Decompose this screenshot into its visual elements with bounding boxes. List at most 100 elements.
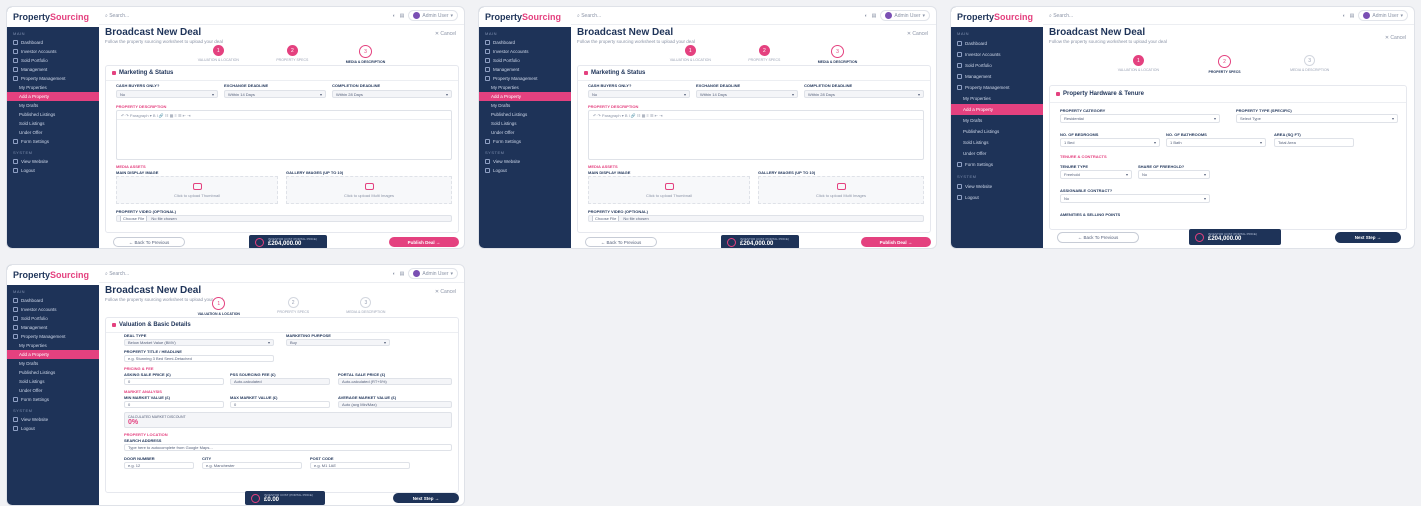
sidebar-item-investor-accounts[interactable]: Investor Accounts (7, 305, 99, 314)
sidebar-item-published-listings[interactable]: Published Listings (7, 110, 99, 119)
sidebar-item-sold-portfolio[interactable]: Sold Portfolio (7, 56, 99, 65)
editor-toolbar[interactable]: ↶ ↷ Paragraph ▾ B I 🔗 ☷ ▦ ≡ ☰ ⇤ ⇥ (589, 111, 923, 120)
step-3-dot[interactable]: 3 (358, 45, 372, 58)
user-menu[interactable]: Admin User ▾ (408, 10, 458, 21)
sidebar-item-property-management[interactable]: Property Management (7, 74, 99, 83)
sidebar-item-investor-accounts[interactable]: Investor Accounts (7, 47, 99, 56)
search-input[interactable]: ⌕ Search... (105, 13, 393, 19)
sidebar-item-logout[interactable]: Logout (951, 192, 1043, 203)
sidebar-item-form-settings[interactable]: Form Settings (479, 137, 571, 146)
back-button[interactable]: ← Back To Previous (585, 237, 657, 247)
sidebar-item-management[interactable]: Management (7, 323, 99, 332)
sidebar-item-under-offer[interactable]: Under Offer (479, 128, 571, 137)
sidebar-item-management[interactable]: Management (479, 65, 571, 74)
search-input[interactable]: ⌕ Search... (105, 271, 393, 277)
sidebar-item-management[interactable]: Management (7, 65, 99, 74)
theme-icon[interactable]: ◐ (865, 13, 868, 19)
sidebar-item-my-drafts[interactable]: My Drafts (7, 359, 99, 368)
step-3-dot[interactable]: 3 (360, 297, 372, 308)
deal-type-select[interactable]: Below Market Value (BMV) ▾ (124, 339, 274, 346)
sidebar-item-property-management[interactable]: Property Management (479, 74, 571, 83)
step-2-dot[interactable]: 2 (1218, 55, 1232, 68)
sidebar-item-logout[interactable]: Logout (7, 424, 99, 433)
sidebar-item-dashboard[interactable]: Dashboard (7, 38, 99, 47)
sidebar-item-sold-portfolio[interactable]: Sold Portfolio (479, 56, 571, 65)
video-file-input[interactable]: Choose File No file chosen (588, 215, 924, 222)
user-menu[interactable]: Admin User ▾ (880, 10, 930, 21)
sidebar-item-add-property[interactable]: Add a Property (951, 104, 1043, 115)
completion-deadline-select[interactable]: Within 28 Days ▾ (804, 90, 924, 98)
sidebar-item-under-offer[interactable]: Under Offer (7, 128, 99, 137)
sidebar-item-my-drafts[interactable]: My Drafts (951, 115, 1043, 126)
editor-toolbar[interactable]: ↶ ↷ Paragraph ▾ B I 🔗 ☷ ▦ ≡ ☰ ⇤ ⇥ (117, 111, 451, 120)
city-input[interactable]: e.g. Manchester (202, 462, 302, 469)
language-icon[interactable]: ▤ (400, 13, 405, 19)
theme-icon[interactable]: ◐ (393, 271, 396, 277)
publish-deal-button[interactable]: Publish Deal → (389, 237, 459, 247)
cash-buyers-select[interactable]: No ▾ (116, 90, 218, 98)
property-category-select[interactable]: Residential ▾ (1060, 114, 1220, 123)
step-3-dot[interactable]: 3 (830, 45, 844, 58)
search-input[interactable]: ⌕ Search... (577, 13, 865, 19)
assignable-contract-select[interactable]: No ▾ (1060, 194, 1210, 203)
sidebar-item-dashboard[interactable]: Dashboard (951, 38, 1043, 49)
language-icon[interactable]: ▤ (1350, 13, 1355, 19)
gallery-upload[interactable]: Click to upload Multi Images (758, 176, 924, 204)
gallery-upload[interactable]: Click to upload Multi Images (286, 176, 452, 204)
cancel-button[interactable]: ✕ Cancel (435, 31, 456, 37)
sidebar-item-my-properties[interactable]: My Properties (7, 341, 99, 350)
video-file-input[interactable]: Choose File No file chosen (116, 215, 452, 222)
sidebar-item-logout[interactable]: Logout (479, 166, 571, 175)
sidebar-item-logout[interactable]: Logout (7, 166, 99, 175)
sidebar-item-my-properties[interactable]: My Properties (7, 83, 99, 92)
bathrooms-select[interactable]: 1 Bath ▾ (1166, 138, 1266, 147)
theme-icon[interactable]: ◐ (1343, 13, 1346, 19)
cancel-button[interactable]: ✕ Cancel (1385, 35, 1406, 41)
thumbnail-upload[interactable]: Click to upload Thumbnail (116, 176, 278, 204)
step-2-dot[interactable]: 2 (287, 297, 299, 308)
language-icon[interactable]: ▤ (872, 13, 877, 19)
step-2-dot[interactable]: 2 (758, 45, 770, 56)
sidebar-item-property-management[interactable]: Property Management (951, 82, 1043, 93)
exchange-deadline-select[interactable]: Within 14 Days ▾ (696, 90, 798, 98)
sidebar-item-form-settings[interactable]: Form Settings (7, 137, 99, 146)
step-1-dot[interactable]: 1 (1132, 55, 1144, 66)
sidebar-item-my-drafts[interactable]: My Drafts (7, 101, 99, 110)
next-step-button[interactable]: Next Step → (393, 493, 459, 503)
sidebar-item-view-website[interactable]: View Website (7, 157, 99, 166)
sidebar-item-sold-listings[interactable]: Sold Listings (7, 377, 99, 386)
user-menu[interactable]: Admin User ▾ (408, 268, 458, 279)
language-icon[interactable]: ▤ (400, 271, 405, 277)
sidebar-item-sold-listings[interactable]: Sold Listings (7, 119, 99, 128)
sidebar-item-sold-listings[interactable]: Sold Listings (479, 119, 571, 128)
property-type-select[interactable]: Select Type ▾ (1236, 114, 1398, 123)
back-button[interactable]: ← Back To Previous (1057, 232, 1139, 243)
theme-icon[interactable]: ◐ (393, 13, 396, 19)
tenure-select[interactable]: Freehold ▾ (1060, 170, 1132, 179)
step-1-dot[interactable]: 1 (212, 297, 226, 310)
sidebar-item-view-website[interactable]: View Website (7, 415, 99, 424)
publish-deal-button[interactable]: Publish Deal → (861, 237, 931, 247)
step-2-dot[interactable]: 2 (286, 45, 298, 56)
sidebar-item-under-offer[interactable]: Under Offer (951, 148, 1043, 159)
sidebar-item-published-listings[interactable]: Published Listings (7, 368, 99, 377)
sidebar-item-view-website[interactable]: View Website (479, 157, 571, 166)
sidebar-item-dashboard[interactable]: Dashboard (479, 38, 571, 47)
search-input[interactable]: ⌕ Search... (1049, 13, 1343, 19)
next-step-button[interactable]: Next Step → (1335, 232, 1401, 243)
sidebar-item-dashboard[interactable]: Dashboard (7, 296, 99, 305)
sidebar-item-investor-accounts[interactable]: Investor Accounts (951, 49, 1043, 60)
cancel-button[interactable]: ✕ Cancel (907, 31, 928, 37)
sidebar-item-sold-portfolio[interactable]: Sold Portfolio (7, 314, 99, 323)
property-title-input[interactable]: e.g. Stunning 3 Bed Semi-Detached (124, 355, 274, 362)
step-1-dot[interactable]: 1 (212, 45, 224, 56)
cancel-button[interactable]: ✕ Cancel (435, 289, 456, 295)
sidebar-item-view-website[interactable]: View Website (951, 181, 1043, 192)
sidebar-item-my-drafts[interactable]: My Drafts (479, 101, 571, 110)
sidebar-item-my-properties[interactable]: My Properties (479, 83, 571, 92)
area-input[interactable]: Total Area (1274, 138, 1354, 147)
sidebar-item-management[interactable]: Management (951, 71, 1043, 82)
min-market-input[interactable]: 0 (124, 401, 224, 408)
sidebar-item-investor-accounts[interactable]: Investor Accounts (479, 47, 571, 56)
cash-buyers-select[interactable]: No ▾ (588, 90, 690, 98)
